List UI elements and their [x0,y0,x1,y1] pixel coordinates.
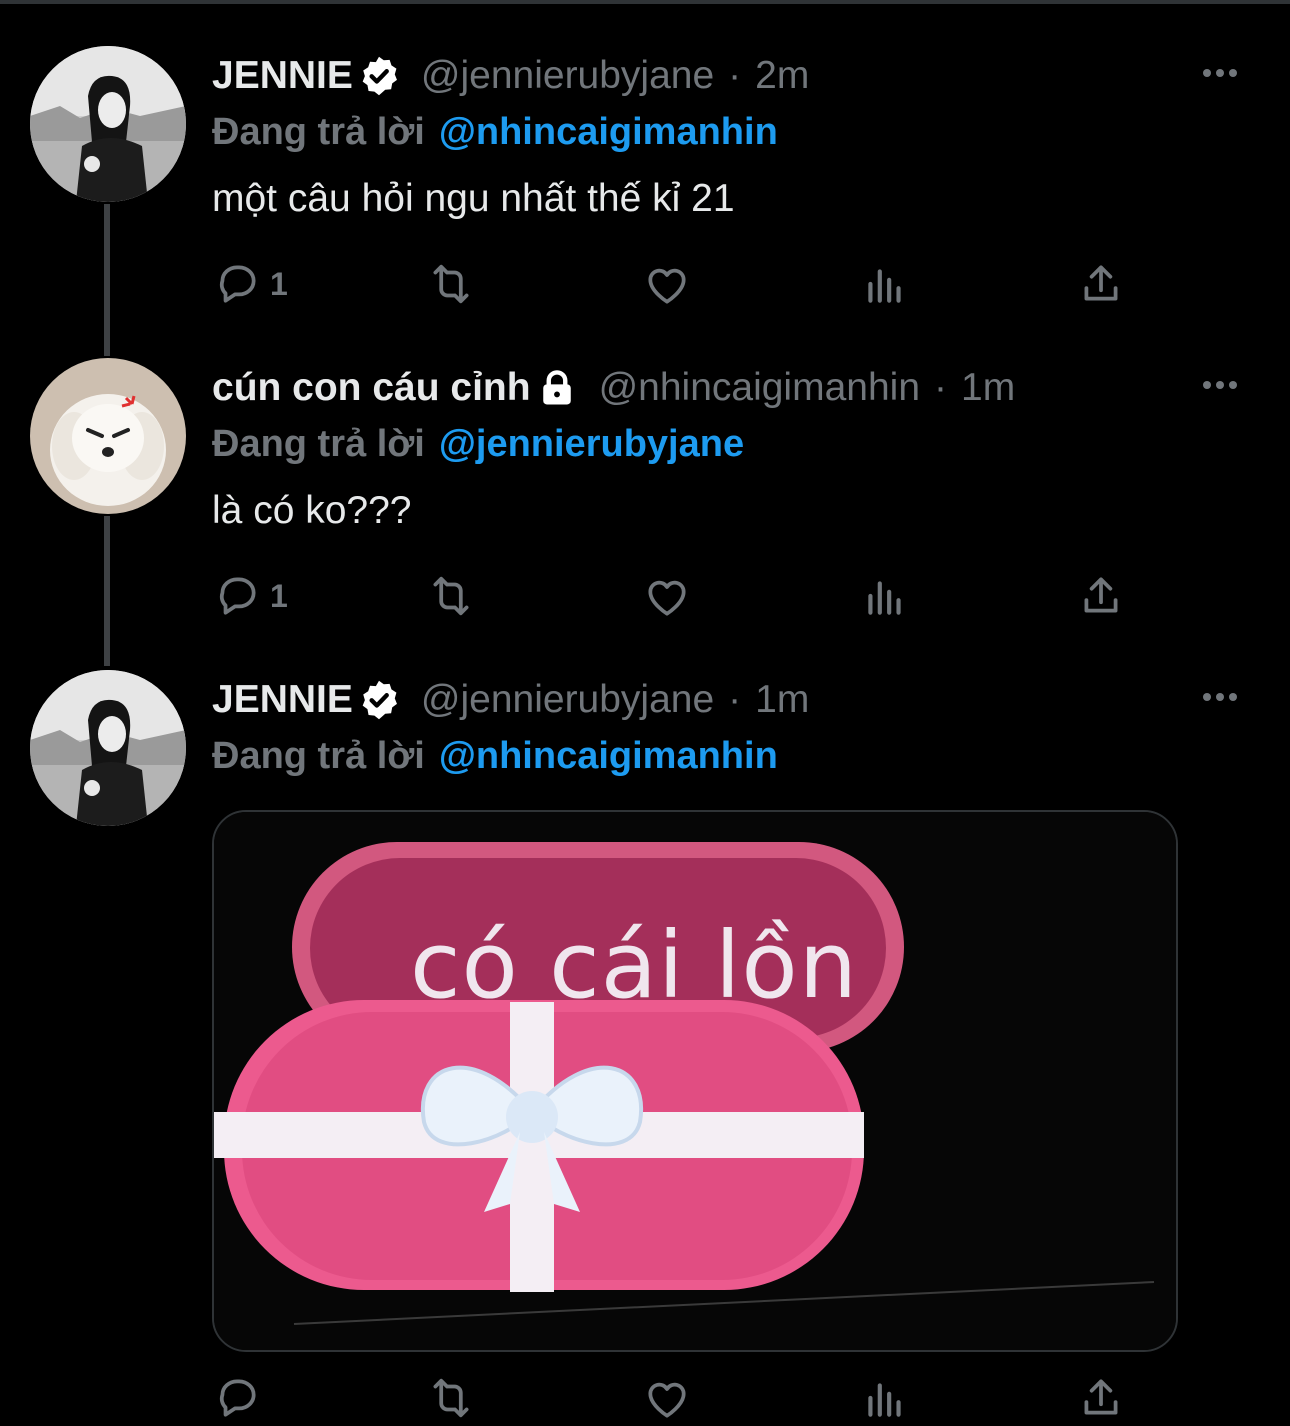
replying-to: Đang trả lời @nhincaigimanhin [212,104,1250,160]
reply-button[interactable]: 1 [212,254,288,314]
like-button[interactable] [642,254,692,314]
replying-to: Đang trả lời @nhincaigimanhin [212,728,1250,784]
replying-to-label: Đang trả lời [212,110,425,153]
retweet-icon [433,576,469,616]
tweet-body: JENNIE @jennierubyjane · 2m Đang trả lời… [212,48,1250,226]
share-icon [1084,577,1118,613]
analytics-icon [868,1383,901,1417]
tweet-body: cún con cáu cỉnh @nhincaigimanhin · 1m Đ… [212,360,1250,538]
views-button[interactable] [860,1368,910,1426]
replying-to-mention[interactable]: @nhincaigimanhin [439,111,778,154]
heart-icon [648,580,686,616]
replying-to-label: Đang trả lời [212,422,425,465]
analytics-icon [868,581,901,615]
like-button[interactable] [642,566,692,626]
display-name[interactable]: JENNIE [212,678,353,722]
tweet-body: JENNIE @jennierubyjane · 1m Đang trả lời… [212,672,1250,784]
display-name[interactable]: JENNIE [212,54,353,98]
views-button[interactable] [860,566,910,626]
avatar[interactable] [30,46,186,202]
thread-line [104,204,110,356]
thread-line [104,516,110,666]
retweet-button[interactable] [426,566,476,626]
replying-to: Đang trả lời @jennierubyjane [212,416,1250,472]
gift-box-meme-image [214,812,1176,1350]
share-icon [1084,265,1118,301]
handle[interactable]: @nhincaigimanhin [599,366,920,410]
reply-icon [219,577,256,615]
avatar[interactable] [30,358,186,514]
tweet-header: JENNIE @jennierubyjane · 1m [212,672,1250,728]
more-options-icon[interactable] [1190,370,1250,400]
timestamp[interactable]: 1m [755,678,809,722]
timeline: JENNIE @jennierubyjane · 2m Đang trả lời… [0,0,1290,1426]
tweet-header: cún con cáu cỉnh @nhincaigimanhin · 1m [212,360,1250,416]
heart-icon [648,268,686,304]
avatar-photo [30,358,186,514]
action-bar: 1 [212,566,1152,626]
separator-dot: · [728,678,742,721]
timestamp[interactable]: 1m [961,366,1015,410]
retweet-icon [433,264,469,304]
avatar-photo [30,670,186,826]
replying-to-mention[interactable]: @jennierubyjane [439,423,744,466]
action-bar [212,1368,1152,1426]
reply-count: 1 [270,265,288,302]
lock-icon [535,366,579,410]
reply-button[interactable]: 1 [212,566,288,626]
handle[interactable]: @jennierubyjane [421,678,714,722]
more-options-icon[interactable] [1190,682,1250,712]
more-options-icon[interactable] [1190,58,1250,88]
top-divider [0,0,1290,4]
analytics-icon [868,269,901,303]
retweet-button[interactable] [426,1368,476,1426]
share-button[interactable] [1076,566,1126,626]
verified-badge-icon [357,54,401,98]
retweet-button[interactable] [426,254,476,314]
tweet-text: là có ko??? [212,489,412,532]
avatar[interactable] [30,670,186,826]
tweet-text: một câu hỏi ngu nhất thế kỉ 21 [212,177,735,220]
share-icon [1084,1379,1118,1415]
share-button[interactable] [1076,1368,1126,1426]
action-bar: 1 [212,254,1152,314]
meme-caption: có cái lồn [409,912,859,1019]
reply-icon [219,1379,256,1417]
like-button[interactable] [642,1368,692,1426]
views-button[interactable] [860,254,910,314]
reply-count: 1 [270,577,288,614]
separator-dot: · [728,54,742,97]
timestamp[interactable]: 2m [755,54,809,98]
separator-dot: · [934,366,948,409]
display-name[interactable]: cún con cáu cỉnh [212,366,531,410]
heart-icon [648,1382,686,1418]
handle[interactable]: @jennierubyjane [421,54,714,98]
retweet-icon [433,1378,469,1418]
avatar-photo [30,46,186,202]
replying-to-mention[interactable]: @nhincaigimanhin [439,735,778,778]
reply-icon [219,265,256,303]
tweet-media-image[interactable]: có cái lồn [212,810,1178,1352]
share-button[interactable] [1076,254,1126,314]
verified-badge-icon [357,678,401,722]
tweet-header: JENNIE @jennierubyjane · 2m [212,48,1250,104]
reply-button[interactable] [212,1368,270,1426]
replying-to-label: Đang trả lời [212,734,425,777]
